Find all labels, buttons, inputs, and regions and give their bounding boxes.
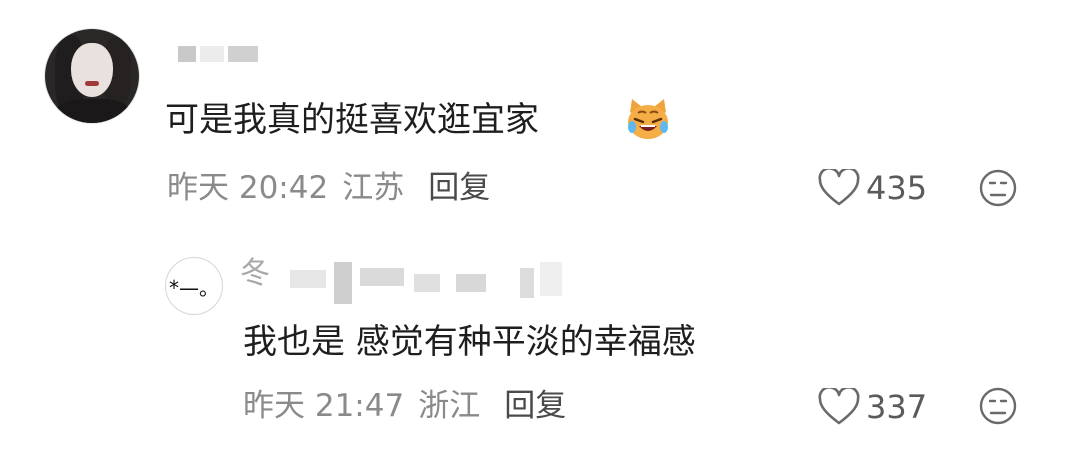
username-redaction <box>334 262 352 304</box>
username-redaction <box>520 268 534 298</box>
username-redaction <box>360 268 404 286</box>
comment-text: 可是我真的挺喜欢逛宜家 <box>165 100 539 140</box>
reply-button[interactable]: 回复 <box>504 388 566 424</box>
heart-outline-icon <box>818 169 860 206</box>
crying-laughing-cat-emoji-icon <box>628 99 668 139</box>
like-count: 337 <box>866 388 928 426</box>
reply-username: 冬 <box>240 256 270 291</box>
username-redaction <box>228 46 258 62</box>
username-redaction <box>178 46 196 62</box>
frown-face-icon[interactable] <box>978 386 1018 426</box>
username-redaction <box>200 46 224 62</box>
reply-avatar-text: *—。 <box>169 275 219 300</box>
commenter-avatar[interactable] <box>44 28 140 124</box>
username-redaction <box>540 262 562 296</box>
username-redaction <box>290 270 326 288</box>
like-button[interactable]: 435 <box>818 166 927 210</box>
username-redaction <box>414 274 440 292</box>
like-button[interactable]: 337 <box>818 385 927 429</box>
reply-button[interactable]: 回复 <box>428 170 490 206</box>
comment-meta: 昨天 20:42 江苏 回复 <box>167 168 490 208</box>
reply-meta: 昨天 21:47 浙江 回复 <box>243 386 566 426</box>
reply-avatar[interactable]: *—。 <box>165 257 223 315</box>
reply-time: 昨天 21:47 <box>243 388 405 424</box>
reply-location: 浙江 <box>418 388 481 424</box>
frown-face-icon[interactable] <box>978 168 1018 208</box>
comment-location: 江苏 <box>342 170 405 206</box>
comment-time: 昨天 20:42 <box>167 170 329 206</box>
username-redaction <box>456 274 486 292</box>
reply-text: 我也是 感觉有种平淡的幸福感 <box>243 322 696 362</box>
heart-outline-icon <box>818 388 860 425</box>
like-count: 435 <box>866 169 928 207</box>
